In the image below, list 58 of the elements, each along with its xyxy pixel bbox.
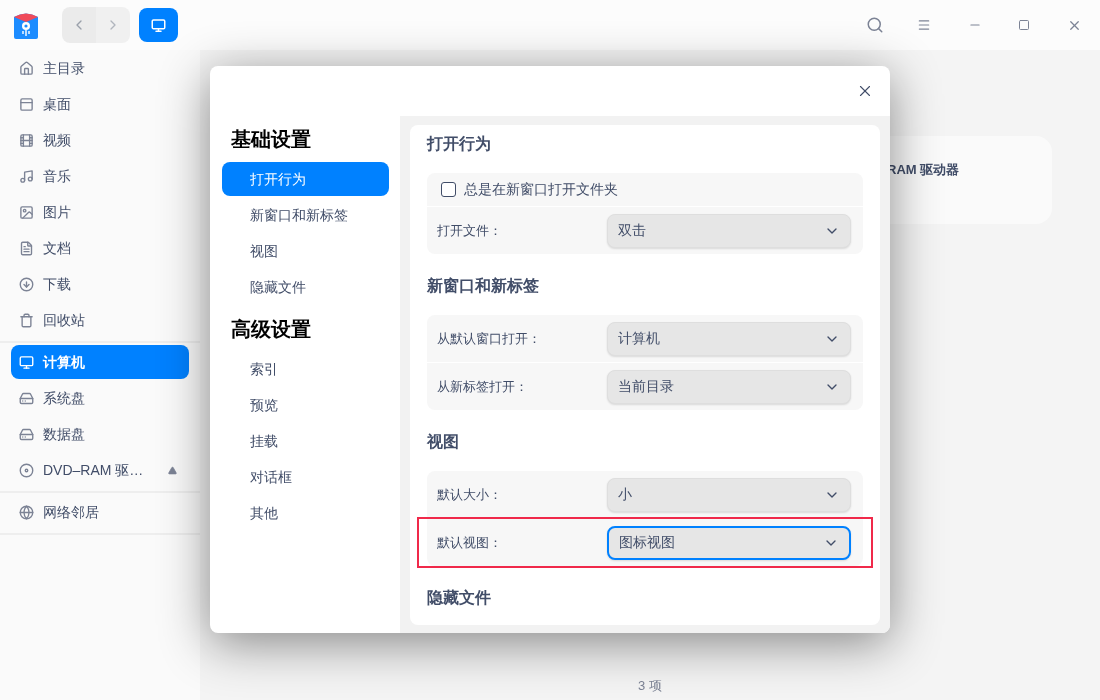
sidebar-item[interactable]: 主目录 — [11, 51, 189, 85]
section-title: 隐藏文件 — [427, 587, 492, 608]
music-note-icon — [19, 168, 34, 184]
film-icon — [19, 132, 34, 148]
setting-label: 从默认窗口打开： — [437, 329, 542, 348]
section-title: 打开行为 — [427, 133, 492, 154]
sidebar-item[interactable]: 数据盘 — [11, 417, 189, 451]
dropdown[interactable]: 当前目录 — [607, 369, 851, 404]
nav-item[interactable]: 隐藏文件 — [222, 270, 389, 304]
maximize-icon[interactable] — [1018, 19, 1030, 31]
setting-label: 默认大小： — [437, 485, 503, 504]
document-icon — [19, 240, 34, 256]
setting-label: 从新标签打开： — [437, 377, 529, 396]
sidebar-item[interactable]: 音乐 — [11, 159, 189, 193]
sidebar-item[interactable]: 视频 — [11, 123, 189, 157]
sidebar-item[interactable]: 网络邻居 — [11, 495, 189, 529]
nav-item[interactable]: 挂载 — [222, 424, 389, 458]
section-title: 视图 — [427, 431, 460, 452]
dropdown[interactable]: 小 — [607, 477, 851, 512]
sidebar-item[interactable]: 文档 — [11, 231, 189, 265]
nav-item[interactable]: 预览 — [222, 388, 389, 422]
dropdown[interactable]: 图标视图 — [607, 525, 851, 560]
trash-icon — [19, 312, 34, 328]
download-icon — [19, 276, 34, 292]
nav-item[interactable]: 对话框 — [222, 460, 389, 494]
dropdown[interactable]: 计算机 — [607, 321, 851, 356]
monitor-icon — [151, 17, 166, 33]
sidebar-item[interactable]: 图片 — [11, 195, 189, 229]
setting-label: 默认视图： — [437, 533, 503, 552]
sidebar-item[interactable]: 回收站 — [11, 303, 189, 337]
nav-item[interactable]: 打开行为 — [222, 162, 389, 196]
sidebar-item[interactable]: 下载 — [11, 267, 189, 301]
nav-item[interactable]: 新窗口和新标签 — [222, 198, 389, 232]
section-title: 新窗口和新标签 — [427, 275, 540, 296]
image-icon — [19, 204, 34, 220]
nav-heading: 基础设置 — [230, 127, 312, 152]
nav-heading: 高级设置 — [230, 317, 312, 342]
sidebar-item[interactable]: DVD–RAM 驱… — [11, 453, 189, 487]
home-icon — [19, 60, 34, 76]
nav-item[interactable]: 其他 — [222, 496, 389, 530]
nav-item[interactable]: 视图 — [222, 234, 389, 268]
checkbox[interactable] — [441, 182, 456, 197]
item-count: 3 项 — [638, 677, 662, 696]
checkbox-label: 总是在新窗口打开文件夹 — [464, 180, 618, 199]
sidebar-item[interactable]: 桌面 — [11, 87, 189, 121]
disc-icon — [19, 462, 34, 478]
nav-item[interactable]: 索引 — [222, 352, 389, 386]
monitor-icon — [19, 354, 34, 370]
desktop-icon — [19, 96, 34, 112]
setting-label: 打开文件： — [437, 221, 503, 240]
menu-icon[interactable] — [917, 18, 931, 32]
eject-icon[interactable] — [168, 465, 177, 475]
network-icon — [19, 504, 34, 520]
computer-view-button[interactable] — [139, 8, 178, 42]
sidebar-item[interactable]: 系统盘 — [11, 381, 189, 415]
sidebar-item[interactable]: 计算机 — [11, 345, 189, 379]
dropdown[interactable]: 双击 — [607, 213, 851, 248]
search-icon[interactable] — [866, 16, 884, 34]
